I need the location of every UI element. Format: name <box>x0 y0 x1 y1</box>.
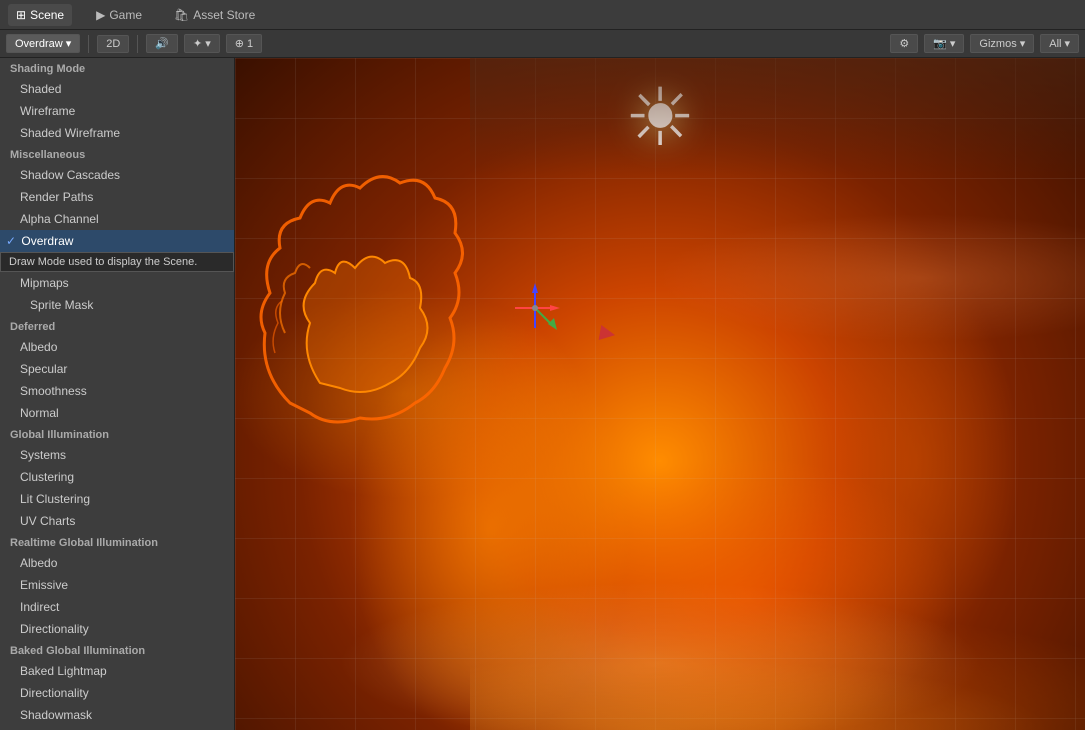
2d-label: 2D <box>106 38 120 50</box>
menu-item-specular-deferred[interactable]: Specular <box>0 358 234 380</box>
audio-icon: 🔊 <box>155 37 169 50</box>
menu-item-albedo-deferred[interactable]: Albedo <box>0 336 234 358</box>
fire-left-glow <box>470 550 1085 730</box>
game-icon: ▶ <box>96 8 105 22</box>
gizmos-label: Gizmos <box>979 38 1016 50</box>
overdraw-dropdown-icon: ▾ <box>66 37 72 50</box>
tab-asset-store[interactable]: 🛍 Asset Store <box>166 4 263 26</box>
menu-item-rt-albedo[interactable]: Albedo <box>0 552 234 574</box>
main-content: Shading Mode Shaded Wireframe Shaded Wir… <box>0 58 1085 730</box>
all-button[interactable]: All ▾ <box>1040 34 1079 53</box>
camera-button[interactable]: 📷 ▾ <box>924 34 964 53</box>
menu-item-normal-deferred[interactable]: Normal <box>0 402 234 424</box>
settings-button[interactable]: ⚙ <box>890 34 918 53</box>
baked-gi-header: Baked Global Illumination <box>0 640 234 660</box>
menu-item-systems[interactable]: Systems <box>0 444 234 466</box>
menu-item-baked-lightmap[interactable]: Baked Lightmap <box>0 660 234 682</box>
menu-item-shaded[interactable]: Shaded <box>0 78 234 100</box>
menu-item-smoothness-deferred[interactable]: Smoothness <box>0 380 234 402</box>
toolbar-separator-1 <box>88 35 89 53</box>
menu-item-baked-directionality[interactable]: Directionality <box>0 682 234 704</box>
shading-dropdown-panel: Shading Mode Shaded Wireframe Shaded Wir… <box>0 58 235 730</box>
move-button[interactable]: ⊕ 1 <box>226 34 262 53</box>
scene-icon: ⊞ <box>16 8 26 22</box>
tab-game[interactable]: ▶ Game <box>88 4 150 26</box>
menu-item-shaded-wireframe[interactable]: Shaded Wireframe <box>0 122 234 144</box>
fire-mid-glow <box>535 178 1085 378</box>
all-dropdown-icon: ▾ <box>1064 37 1070 50</box>
gizmos-button[interactable]: Gizmos ▾ <box>970 34 1034 53</box>
move-icon: ⊕ <box>235 37 244 50</box>
2d-button[interactable]: 2D <box>97 35 129 53</box>
smoke-top <box>470 58 1085 178</box>
menu-item-shadow-cascades[interactable]: Shadow Cascades <box>0 164 234 186</box>
effects-button[interactable]: ✦ ▾ <box>184 34 220 53</box>
realtime-gi-header: Realtime Global Illumination <box>0 532 234 552</box>
shading-mode-header: Shading Mode <box>0 58 234 78</box>
top-bar: ⊞ Scene ▶ Game 🛍 Asset Store <box>0 0 1085 30</box>
effects-icon: ✦ <box>193 37 202 50</box>
tab-scene[interactable]: ⊞ Scene <box>8 4 72 26</box>
tab-asset-store-label: Asset Store <box>193 8 255 22</box>
count-label: 1 <box>247 38 253 50</box>
menu-item-sprite-mask[interactable]: Sprite Mask <box>0 294 234 316</box>
effects-dropdown-icon: ▾ <box>205 37 211 50</box>
all-label: All <box>1049 38 1061 50</box>
overdraw-tooltip: Draw Mode used to display the Scene. <box>0 252 234 272</box>
menu-item-rt-indirect[interactable]: Indirect <box>0 596 234 618</box>
menu-item-lit-clustering[interactable]: Lit Clustering <box>0 488 234 510</box>
menu-item-wireframe[interactable]: Wireframe <box>0 100 234 122</box>
overdraw-label: Overdraw <box>15 38 63 50</box>
camera-icon: 📷 <box>933 37 947 50</box>
global-illumination-header: Global Illumination <box>0 424 234 444</box>
tab-scene-label: Scene <box>30 8 64 22</box>
miscellaneous-header: Miscellaneous <box>0 144 234 164</box>
gizmos-dropdown-icon: ▾ <box>1020 37 1026 50</box>
camera-dropdown-icon: ▾ <box>950 37 956 50</box>
asset-store-icon: 🛍 <box>174 8 189 22</box>
scene-viewport[interactable]: ☀ <box>235 58 1085 730</box>
toolbar-separator-2 <box>137 35 138 53</box>
menu-item-alpha-channel[interactable]: Alpha Channel <box>0 208 234 230</box>
menu-item-render-paths[interactable]: Render Paths <box>0 186 234 208</box>
tab-game-label: Game <box>109 8 142 22</box>
menu-item-rt-directionality[interactable]: Directionality <box>0 618 234 640</box>
menu-item-baked-albedo[interactable]: Albedo <box>0 726 234 730</box>
menu-item-overdraw[interactable]: Overdraw <box>0 230 234 252</box>
menu-item-shadowmask[interactable]: Shadowmask <box>0 704 234 726</box>
deferred-header: Deferred <box>0 316 234 336</box>
settings-icon: ⚙ <box>899 37 909 50</box>
menu-item-rt-emissive[interactable]: Emissive <box>0 574 234 596</box>
menu-item-mipmaps[interactable]: Mipmaps <box>0 272 234 294</box>
overdraw-button[interactable]: Overdraw ▾ <box>6 34 80 53</box>
menu-item-clustering[interactable]: Clustering <box>0 466 234 488</box>
menu-item-uv-charts-gi[interactable]: UV Charts <box>0 510 234 532</box>
scene-toolbar: Overdraw ▾ 2D 🔊 ✦ ▾ ⊕ 1 ⚙ 📷 ▾ Gizmos ▾ A… <box>0 30 1085 58</box>
audio-button[interactable]: 🔊 <box>146 34 178 53</box>
